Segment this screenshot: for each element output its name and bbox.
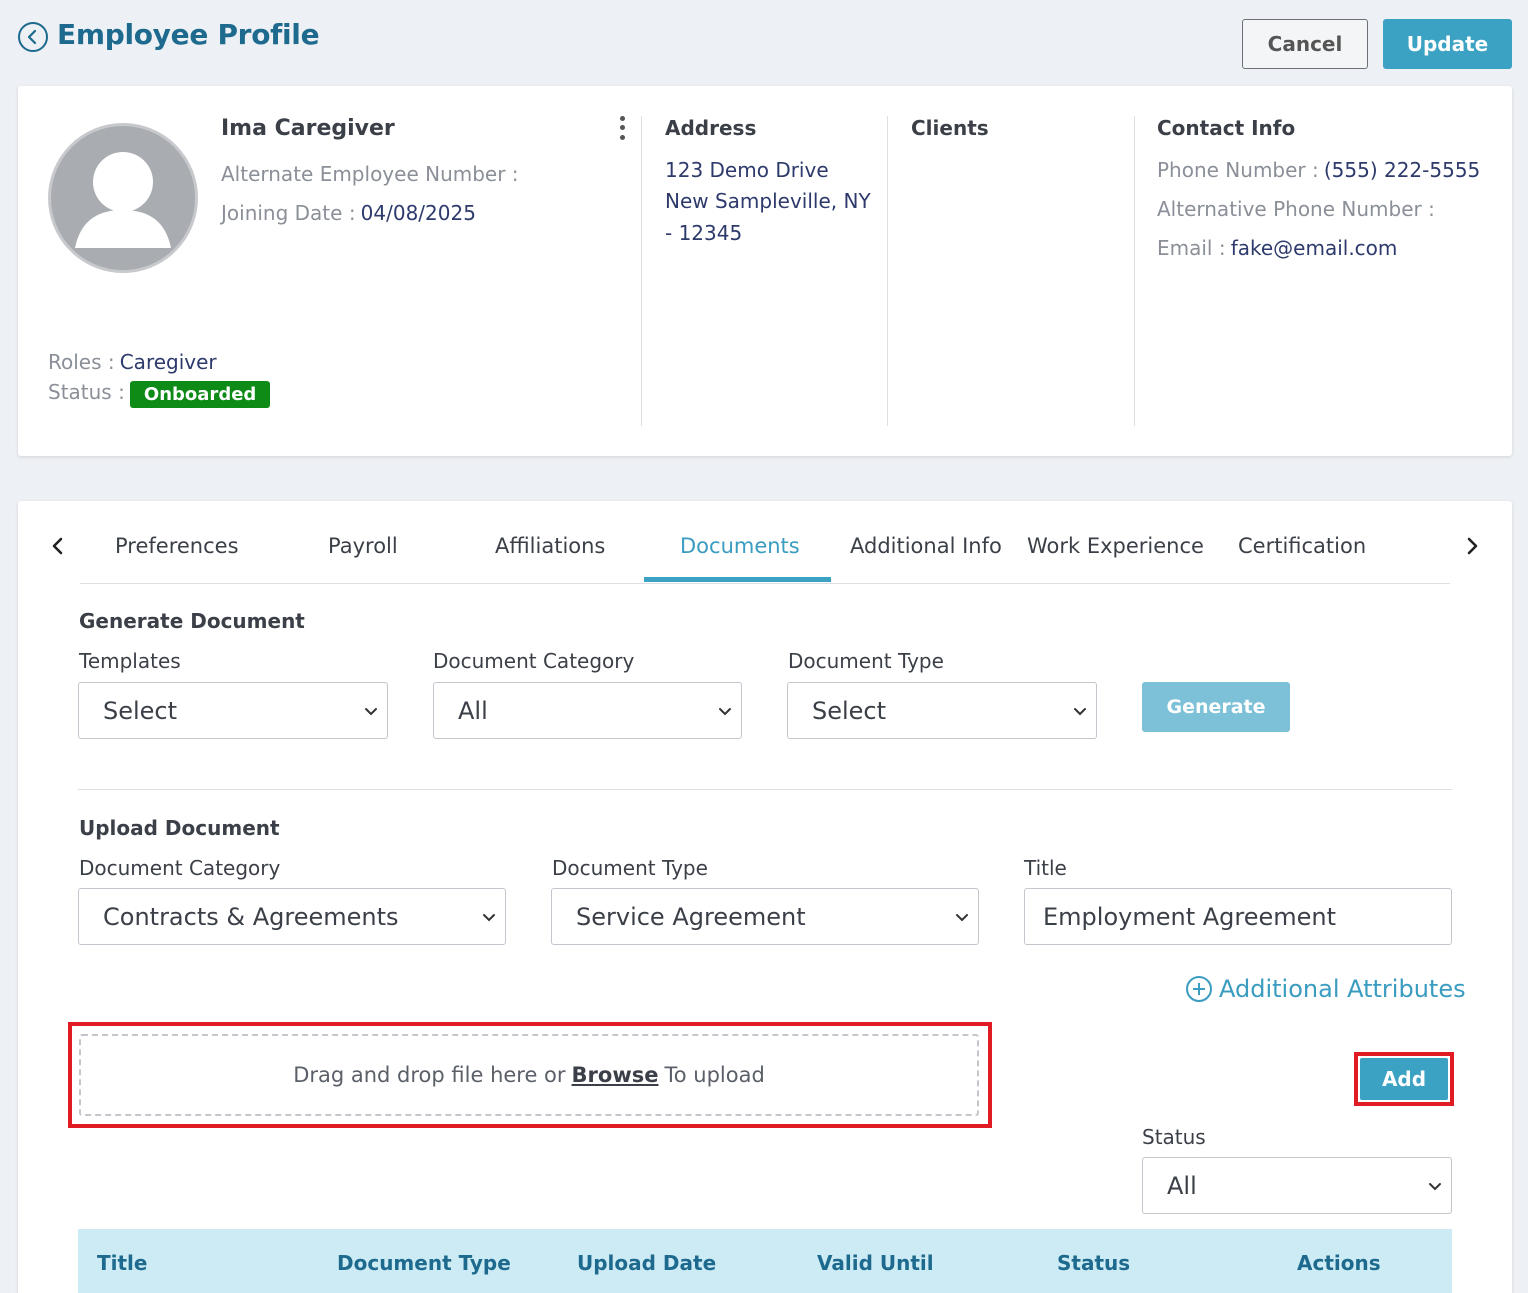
upload-type-value: Service Agreement (576, 903, 806, 931)
additional-attributes-label: Additional Attributes (1219, 975, 1466, 1003)
alt-employee-number-label: Alternate Employee Number : (221, 162, 519, 186)
email-value: fake@email.com (1230, 236, 1398, 260)
templates-select-value: Select (103, 697, 178, 725)
phone-value: (555) 222-5555 (1323, 158, 1481, 182)
roles-value: Caregiver (119, 350, 217, 374)
alt-phone-number: Alternative Phone Number : (1157, 197, 1435, 221)
alt-phone-label: Alternative Phone Number : (1157, 197, 1435, 221)
status: Status : Onboarded (48, 380, 271, 408)
update-button[interactable]: Update (1383, 19, 1512, 69)
browse-link[interactable]: Browse (572, 1063, 659, 1087)
plus-circle-icon (1186, 976, 1212, 1002)
tab-next-chevron-right-icon[interactable] (1460, 534, 1484, 558)
status-filter-label: Status (1142, 1125, 1206, 1149)
generate-type-label: Document Type (788, 649, 944, 673)
generate-type-value: Select (812, 697, 887, 725)
roles-label: Roles : (48, 350, 115, 374)
tab-affiliations[interactable]: Affiliations (495, 534, 605, 558)
column-header-upload-date[interactable]: Upload Date (577, 1251, 716, 1275)
dropzone-suffix: To upload (664, 1063, 765, 1087)
upload-category-value: Contracts & Agreements (103, 903, 399, 931)
tab-prev-chevron-left-icon[interactable] (46, 534, 70, 558)
generate-category-label: Document Category (433, 649, 635, 673)
additional-attributes-link[interactable]: Additional Attributes (1185, 975, 1466, 1003)
kebab-menu-icon[interactable] (614, 114, 630, 142)
title-label: Title (1024, 856, 1067, 880)
tab-additional-info[interactable]: Additional Info (850, 534, 1002, 558)
column-header-status[interactable]: Status (1057, 1251, 1130, 1275)
chevron-down-icon (956, 914, 968, 922)
joining-date-value: 04/08/2025 (360, 201, 476, 225)
upload-category-label: Document Category (79, 856, 281, 880)
joining-date: Joining Date : 04/08/2025 (221, 201, 476, 225)
alt-employee-number: Alternate Employee Number : (221, 162, 519, 186)
divider (641, 116, 642, 426)
roles: Roles : Caregiver (48, 350, 217, 374)
tab-certification[interactable]: Certification (1238, 534, 1366, 558)
avatar-icon (48, 123, 198, 273)
chevron-down-icon (719, 708, 731, 716)
generate-category-value: All (458, 697, 488, 725)
file-dropzone[interactable]: Drag and drop file here or Browse To upl… (79, 1034, 979, 1116)
templates-label: Templates (79, 649, 181, 673)
upload-category-select[interactable]: Contracts & Agreements (78, 888, 506, 945)
divider (1134, 116, 1135, 426)
tabs-divider (80, 583, 1450, 584)
clients-heading: Clients (911, 116, 989, 140)
status-filter-select[interactable]: All (1142, 1157, 1452, 1214)
page-title: Employee Profile (57, 18, 320, 51)
tab-payroll[interactable]: Payroll (328, 534, 398, 558)
upload-type-select[interactable]: Service Agreement (551, 888, 979, 945)
status-filter-value: All (1167, 1172, 1197, 1200)
status-label: Status : (48, 380, 125, 404)
tab-work-experience[interactable]: Work Experience (1027, 534, 1204, 558)
tab-preferences[interactable]: Preferences (115, 534, 239, 558)
address-line-1: 123 Demo Drive (665, 158, 829, 182)
generate-category-select[interactable]: All (433, 682, 742, 739)
divider (887, 116, 888, 426)
address-heading: Address (665, 116, 757, 140)
phone-label: Phone Number : (1157, 158, 1319, 182)
title-input[interactable]: Employment Agreement (1024, 888, 1452, 945)
generate-document-title: Generate Document (79, 609, 305, 633)
chevron-down-icon (1429, 1183, 1441, 1191)
address-line-2: New Sampleville, NY (665, 189, 871, 213)
employee-name: Ima Caregiver (221, 116, 395, 141)
upload-type-label: Document Type (552, 856, 708, 880)
status-badge: Onboarded (129, 381, 271, 408)
add-button[interactable]: Add (1360, 1058, 1448, 1100)
section-divider (78, 789, 1452, 790)
cancel-button[interactable]: Cancel (1242, 19, 1368, 69)
title-input-value: Employment Agreement (1043, 903, 1337, 931)
templates-select[interactable]: Select (78, 682, 388, 739)
active-tab-indicator (644, 577, 831, 582)
back-icon[interactable] (18, 22, 48, 52)
address-line-3: - 12345 (665, 221, 743, 245)
page-header: Employee Profile Cancel Update (0, 0, 1528, 80)
profile-card: Ima Caregiver Alternate Employee Number … (18, 86, 1512, 456)
contact-heading: Contact Info (1157, 116, 1296, 140)
documents-table-header: Title Document Type Upload Date Valid Un… (78, 1229, 1452, 1293)
column-header-document-type[interactable]: Document Type (337, 1251, 511, 1275)
generate-button[interactable]: Generate (1142, 682, 1290, 732)
email: Email : fake@email.com (1157, 236, 1397, 260)
phone-number: Phone Number : (555) 222-5555 (1157, 158, 1480, 182)
dropzone-prefix: Drag and drop file here or (293, 1063, 566, 1087)
chevron-down-icon (483, 914, 495, 922)
documents-card: Preferences Payroll Affiliations Documen… (18, 501, 1512, 1293)
chevron-down-icon (1074, 708, 1086, 716)
upload-document-title: Upload Document (79, 816, 280, 840)
chevron-down-icon (365, 708, 377, 716)
column-header-valid-until[interactable]: Valid Until (817, 1251, 934, 1275)
column-header-actions: Actions (1297, 1251, 1381, 1275)
column-header-title[interactable]: Title (97, 1251, 147, 1275)
joining-date-label: Joining Date : (221, 201, 356, 225)
generate-type-select[interactable]: Select (787, 682, 1097, 739)
tab-documents[interactable]: Documents (680, 534, 800, 558)
email-label: Email : (1157, 236, 1226, 260)
